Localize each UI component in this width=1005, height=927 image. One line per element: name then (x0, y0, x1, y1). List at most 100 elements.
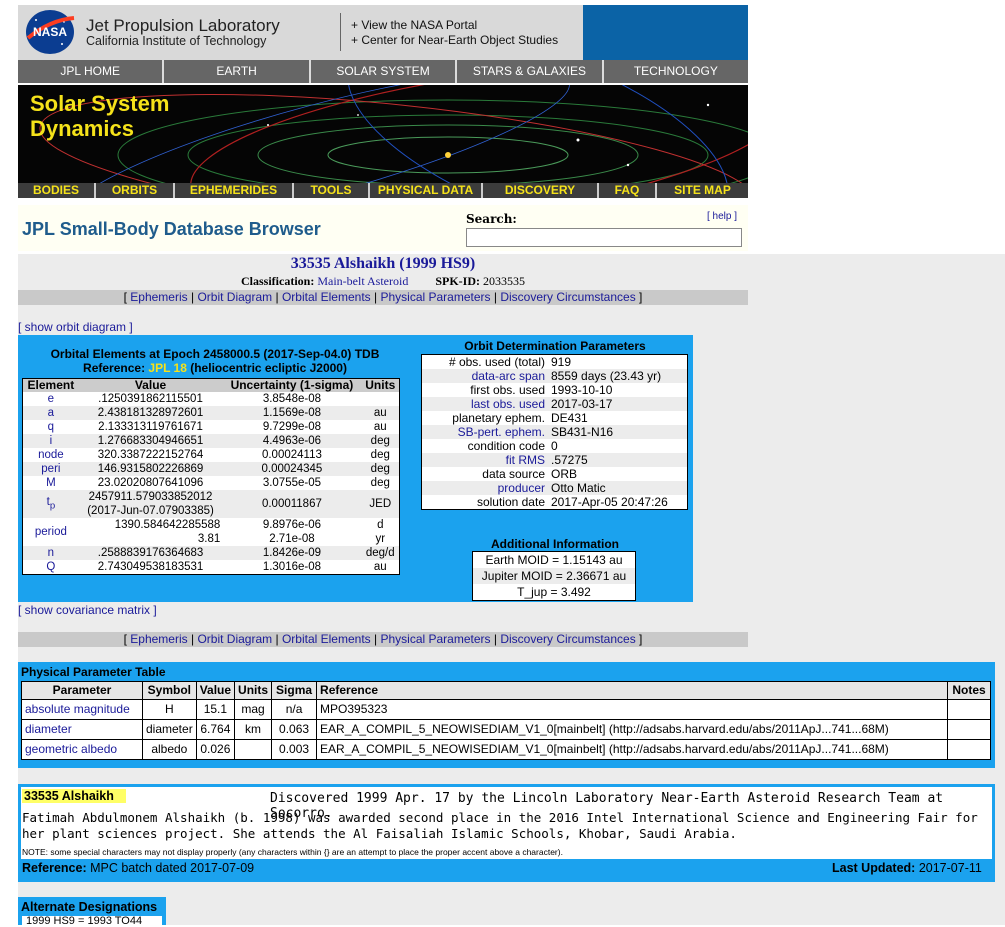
element-link[interactable]: Q (23, 560, 79, 575)
od-key-link[interactable]: SB-pert. ephem. (421, 425, 548, 439)
element-value: 320.3387222152764 (97, 449, 204, 461)
element-units: deg (361, 462, 400, 476)
table-row: last obs. used 2017-03-17 (421, 397, 688, 411)
jupiter-moid: Jupiter MOID = 2.36671 au (472, 568, 636, 584)
classification-line: Classification: Main-belt Asteroid SPK-I… (18, 274, 748, 289)
element-uncertainty: 0.00024113 (261, 449, 322, 461)
alternate-designations-text: 1999 HS9 = 1993 TO44 (26, 915, 143, 927)
od-key: condition code (467, 439, 545, 453)
parameter-link[interactable]: diameter (21, 719, 143, 740)
topnav-jpl-home[interactable]: JPL HOME (18, 60, 165, 83)
table-row: a 2.438181328972601 1.1569e-08 au (22, 406, 400, 420)
element-link[interactable]: e (23, 392, 79, 406)
orbital-elements-table: Element Value Uncertainty (1-sigma) Unit… (22, 378, 400, 575)
subnav-faq[interactable]: FAQ (599, 183, 657, 198)
reference-link[interactable]: JPL 18 (148, 361, 186, 375)
linkbar-ephemeris[interactable]: Ephemeris (130, 290, 187, 304)
element-link[interactable]: M (23, 476, 79, 490)
subnav-orbits[interactable]: ORBITS (96, 183, 175, 198)
element-link[interactable]: n (22, 546, 79, 560)
search-input[interactable] (466, 228, 742, 247)
topnav-technology[interactable]: TECHNOLOGY (604, 60, 748, 83)
sigma-cell: n/a (271, 699, 318, 720)
neo-center-link[interactable]: + Center for Near-Earth Object Studies (351, 33, 558, 47)
ssd-logo-title[interactable]: Solar System Dynamics (30, 91, 169, 141)
value-cell: 0.026 (195, 739, 236, 760)
col-element: Element (22, 378, 79, 392)
orbit-determination-table: # obs. used (total) 919 data-arc span 8559… (421, 354, 688, 510)
show-orbit-diagram-link[interactable]: [ show orbit diagram ] (18, 320, 133, 334)
element-link-period[interactable]: period (23, 518, 79, 546)
parameter-link[interactable]: geometric albedo (21, 739, 143, 760)
subnav-bodies[interactable]: BODIES (18, 183, 96, 198)
additional-info-table: Earth MOID = 1.15143 au Jupiter MOID = 2… (472, 551, 636, 601)
table-row: T_jup = 3.492 (473, 584, 636, 601)
subnav-site-map[interactable]: SITE MAP (657, 183, 748, 198)
show-covariance-link[interactable]: [ show covariance matrix ] (18, 603, 157, 617)
discovery-citation: Fatimah Abdulmonem Alshaikh (b. 1998) wa… (22, 810, 978, 841)
element-uncertainty: 1.3016e-08 (262, 561, 322, 573)
nasa-logo-text: NASA (33, 25, 67, 39)
value-cell: 6.764 (195, 719, 236, 740)
parameter-link[interactable]: absolute magnitude (21, 699, 143, 720)
linkbar-ephemeris[interactable]: Ephemeris (130, 632, 187, 646)
od-value: .57275 (548, 453, 688, 467)
linkbar-orbital-elements[interactable]: Orbital Elements (282, 632, 371, 646)
element-link-tp[interactable]: tp (22, 490, 79, 518)
topnav-stars-galaxies[interactable]: STARS & GALAXIES (457, 60, 604, 83)
element-uncertainty: 9.7299e-08 (262, 421, 322, 433)
linkbar-discovery[interactable]: Discovery Circumstances (500, 632, 635, 646)
linkbar-orbit-diagram[interactable]: Orbit Diagram (197, 290, 272, 304)
element-value: 1.276683304946651 (78, 434, 223, 448)
earth-moid: Earth MOID = 1.15143 au (485, 553, 623, 567)
table-row: solution date 2017-Apr-05 20:47:26 (422, 495, 688, 510)
topnav-solar-system[interactable]: SOLAR SYSTEM (311, 60, 458, 83)
period-unit-d: d (377, 519, 384, 531)
topnav-earth[interactable]: EARTH (164, 60, 311, 83)
period-days: 1390.584642285588 (114, 519, 221, 531)
table-row: absolute magnitude H 15.1 mag n/a MPO395… (21, 699, 991, 720)
linkbar-discovery[interactable]: Discovery Circumstances (500, 290, 635, 304)
subnav-physical-data[interactable]: PHYSICAL DATA (370, 183, 483, 198)
element-link[interactable]: q (23, 420, 79, 434)
linkbar-orbital-elements[interactable]: Orbital Elements (282, 290, 371, 304)
od-key-link[interactable]: last obs. used (421, 397, 548, 411)
nasa-portal-link[interactable]: + View the NASA Portal (351, 18, 477, 32)
table-header-row: Element Value Uncertainty (1-sigma) Unit… (22, 378, 400, 392)
linkbar-physical-parameters[interactable]: Physical Parameters (380, 290, 490, 304)
col-value: Value (78, 378, 223, 392)
spk-id-value: 2033535 (483, 274, 525, 288)
units-cell (234, 739, 273, 760)
discovery-reference: Reference: MPC batch dated 2017-07-09 (22, 861, 254, 875)
notes-cell (947, 739, 991, 760)
od-key-link[interactable]: producer (421, 481, 548, 495)
page-title: JPL Small-Body Database Browser (22, 219, 321, 239)
caltech-subtitle[interactable]: California Institute of Technology (86, 34, 266, 48)
table-row: e .1250391862115501 3.8548e-08 (23, 392, 400, 406)
col-units: Units (361, 378, 400, 392)
od-value: 0 (551, 439, 558, 453)
od-key-link[interactable]: data-arc span (421, 369, 548, 383)
od-key-link[interactable]: fit RMS (421, 453, 548, 467)
subnav-tools[interactable]: TOOLS (294, 183, 370, 198)
classification-value-link[interactable]: Main-belt Asteroid (317, 274, 408, 288)
element-units: deg (361, 434, 400, 448)
table-row: SB-pert. ephem. SB431-N16 (421, 425, 688, 439)
col-units: Units (234, 681, 273, 700)
subnav-discovery[interactable]: DISCOVERY (483, 183, 599, 198)
jpl-title[interactable]: Jet Propulsion Laboratory (86, 16, 280, 36)
linkbar-physical-parameters[interactable]: Physical Parameters (380, 632, 490, 646)
table-row: n .2588839176364683 1.8426e-09 deg/d (22, 546, 400, 560)
subnav-ephemerides[interactable]: EPHEMERIDES (175, 183, 294, 198)
linkbar-orbit-diagram[interactable]: Orbit Diagram (197, 632, 272, 646)
element-link[interactable]: peri (22, 462, 79, 476)
help-link[interactable]: [ help ] (707, 211, 737, 222)
section-linkbar-bottom: [ Ephemeris | Orbit Diagram | Orbital El… (18, 632, 748, 647)
physical-parameter-title: Physical Parameter Table (21, 665, 166, 679)
table-row: condition code 0 (422, 439, 688, 453)
element-link[interactable]: i (22, 434, 79, 448)
element-link[interactable]: a (22, 406, 79, 420)
element-units: JED (361, 490, 400, 518)
element-link[interactable]: node (23, 448, 79, 462)
nasa-logo[interactable]: NASA (24, 8, 76, 56)
